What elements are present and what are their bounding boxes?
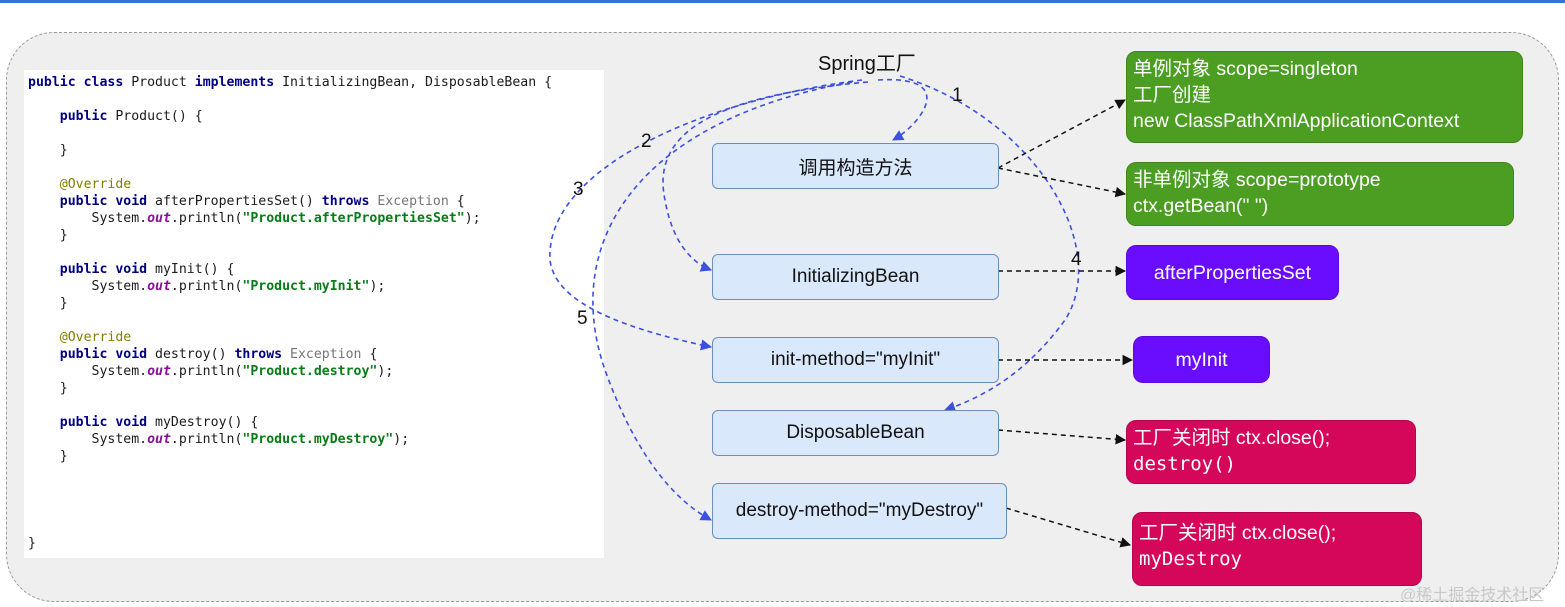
arrow-constructor-singleton: [997, 99, 1126, 169]
destroy-note-line-2: destroy(): [1133, 453, 1236, 475]
after-properties-set-note: afterPropertiesSet: [1126, 245, 1339, 300]
step-number-2: 2: [641, 131, 652, 152]
arrow-disposable-destroy: [997, 429, 1127, 445]
singleton-note: 单例对象 scope=singleton 工厂创建 new ClassPathX…: [1126, 51, 1523, 143]
arrow-destroymethod-mydestroy: [1005, 507, 1132, 548]
singleton-note-line-3: new ClassPathXmlApplicationContext: [1133, 110, 1460, 132]
flow-arrow-1: [877, 78, 928, 141]
prototype-note-line-2: ctx.getBean(" "): [1133, 195, 1269, 217]
flow-arrow-3: [549, 79, 863, 351]
prototype-note: 非单例对象 scope=prototype ctx.getBean(" "): [1126, 162, 1514, 226]
step-number-5: 5: [577, 308, 588, 329]
destroy-note: 工厂关闭时 ctx.close(); destroy(): [1126, 420, 1416, 484]
singleton-note-line-1: 单例对象 scope=singleton: [1133, 58, 1358, 80]
constructor-box: 调用构造方法: [712, 143, 999, 189]
my-init-note: myInit: [1133, 336, 1270, 383]
initializing-bean-box: InitializingBean: [712, 254, 999, 300]
step-number-3: 3: [573, 179, 584, 200]
singleton-note-line-2: 工厂创建: [1133, 84, 1212, 106]
step-number-1: 1: [952, 85, 963, 106]
prototype-note-line-1: 非单例对象 scope=prototype: [1133, 169, 1381, 191]
step-number-4: 4: [1071, 249, 1082, 270]
destroy-method-box: destroy-method="myDestroy": [712, 483, 1007, 539]
arrow-constructor-prototype: [997, 167, 1127, 198]
init-method-box: init-method="myInit": [712, 337, 999, 383]
my-destroy-note-line-1: 工厂关闭时 ctx.close();: [1139, 522, 1337, 544]
watermark: @稀土掘金技术社区: [1400, 587, 1545, 604]
spring-factory-title: Spring工厂: [818, 53, 916, 75]
destroy-note-line-1: 工厂关闭时 ctx.close();: [1133, 427, 1331, 449]
my-destroy-note-line-2: myDestroy: [1139, 548, 1242, 570]
disposable-bean-box: DisposableBean: [712, 410, 999, 456]
my-destroy-note: 工厂关闭时 ctx.close(); myDestroy: [1132, 512, 1422, 586]
